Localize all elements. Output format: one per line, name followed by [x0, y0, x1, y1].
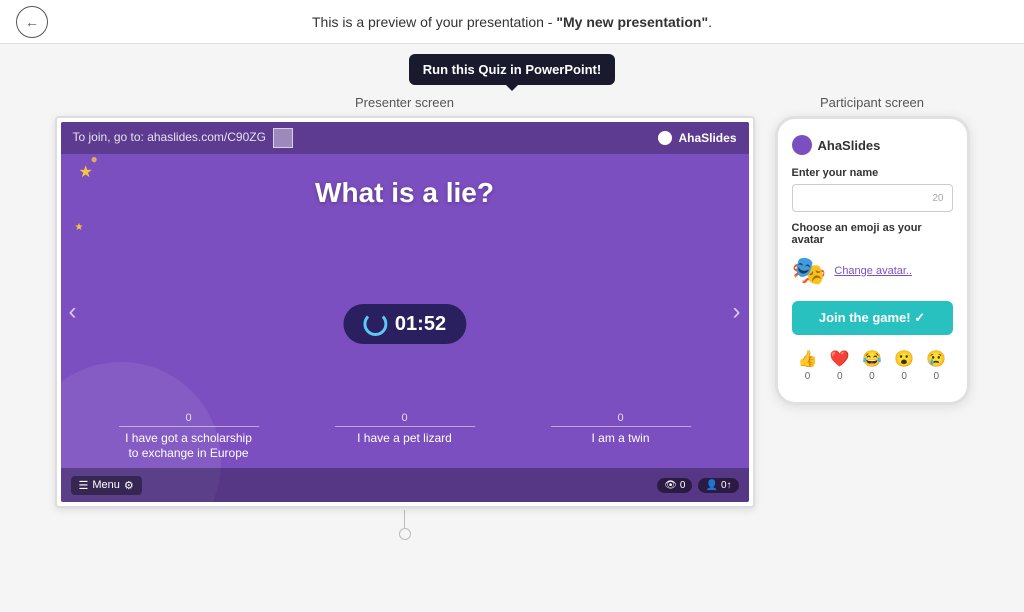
participants-badge: 👤 0↑ [698, 478, 738, 493]
char-count: 20 [932, 193, 943, 204]
name-label: Enter your name [792, 167, 953, 179]
wow-icon: 😮 [894, 349, 914, 369]
presenter-logo: AhaSlides [658, 131, 737, 146]
logo-icon [658, 131, 672, 145]
qr-code [273, 128, 293, 148]
heart-icon: ❤️ [830, 349, 850, 369]
laugh-icon: 😂 [862, 349, 882, 369]
participant-section: Participant screen AhaSlides Enter your … [775, 95, 970, 405]
answer-option-3: 0 I am a twin [551, 412, 691, 462]
status-badges: 👁 0 👤 0↑ [657, 478, 738, 493]
preview-title: This is a preview of your presentation -… [312, 14, 712, 30]
reaction-laugh[interactable]: 😂 0 [862, 349, 882, 382]
answer-options: 0 I have got a scholarshipto exchange in… [61, 412, 749, 462]
join-game-button[interactable]: Join the game! ✓ [792, 301, 953, 335]
timer-value: 01:52 [395, 313, 446, 336]
phone-logo-icon [792, 135, 812, 155]
reaction-sad[interactable]: 😢 0 [926, 349, 946, 382]
presenter-section: Presenter screen ★ ★ ● To join, go to: a… [55, 95, 755, 540]
main-content: Run this Quiz in PowerPoint! Presenter s… [0, 44, 1024, 540]
avatar-emoji[interactable]: 🎭 [792, 254, 827, 287]
answer-option-2: 0 I have a pet lizard [335, 412, 475, 462]
like-icon: 👍 [798, 349, 818, 369]
question-text: What is a lie? [95, 177, 714, 209]
reactions-row: 👍 0 ❤️ 0 😂 0 😮 0 [792, 349, 953, 382]
avatar-row: 🎭 Change avatar.. [792, 254, 953, 287]
menu-label: Menu [92, 479, 120, 491]
answer-option-1: 0 I have got a scholarshipto exchange in… [119, 412, 259, 462]
menu-button[interactable]: ☰ Menu ⚙ [71, 476, 142, 495]
presenter-frame: ★ ★ ● To join, go to: ahaslides.com/C90Z… [55, 116, 755, 508]
change-avatar-link[interactable]: Change avatar.. [834, 265, 912, 277]
timer-ring-icon [363, 312, 387, 336]
presenter-screen-label: Presenter screen [355, 95, 454, 110]
join-bar: To join, go to: ahaslides.com/C90ZG AhaS… [61, 122, 749, 154]
participants-count: 0↑ [721, 480, 732, 491]
projector-stand [399, 510, 411, 540]
powerpoint-tooltip[interactable]: Run this Quiz in PowerPoint! [409, 54, 615, 85]
stand-circle [399, 528, 411, 540]
settings-icon: ⚙ [124, 479, 134, 492]
emoji-label: Choose an emoji as your avatar [792, 222, 953, 246]
phone-logo: AhaSlides [792, 135, 953, 155]
viewers-count: 0 [680, 480, 686, 491]
participant-screen-label: Participant screen [820, 95, 924, 110]
screens-wrapper: Presenter screen ★ ★ ● To join, go to: a… [20, 95, 1004, 540]
next-button[interactable]: › [733, 298, 741, 326]
presenter-screen: ★ ★ ● To join, go to: ahaslides.com/C90Z… [61, 122, 749, 502]
back-button[interactable]: ← [16, 6, 48, 38]
tooltip-label: Run this Quiz in PowerPoint! [423, 62, 601, 77]
reaction-heart[interactable]: ❤️ 0 [830, 349, 850, 382]
presenter-bottom-bar: ☰ Menu ⚙ 👁 0 👤 0↑ [61, 468, 749, 502]
viewers-badge: 👁 0 [657, 478, 692, 493]
name-input[interactable]: 20 [792, 184, 953, 212]
phone-logo-text: AhaSlides [818, 138, 881, 153]
top-bar: ← This is a preview of your presentation… [0, 0, 1024, 44]
phone-frame: AhaSlides Enter your name 20 Choose an e… [775, 116, 970, 405]
eye-icon: 👁 [664, 480, 677, 491]
hamburger-icon: ☰ [79, 479, 89, 492]
timer-badge: 01:52 [343, 304, 466, 344]
sad-icon: 😢 [926, 349, 946, 369]
reaction-like[interactable]: 👍 0 [798, 349, 818, 382]
prev-button[interactable]: ‹ [69, 298, 77, 326]
tooltip-wrapper: Run this Quiz in PowerPoint! [409, 54, 615, 85]
deco-dot: ● [91, 152, 98, 166]
join-url: To join, go to: ahaslides.com/C90ZG [73, 128, 294, 148]
stand-line [404, 510, 405, 528]
person-icon: 👤 [705, 480, 717, 491]
deco-star-2: ★ [75, 222, 84, 233]
reaction-wow[interactable]: 😮 0 [894, 349, 914, 382]
